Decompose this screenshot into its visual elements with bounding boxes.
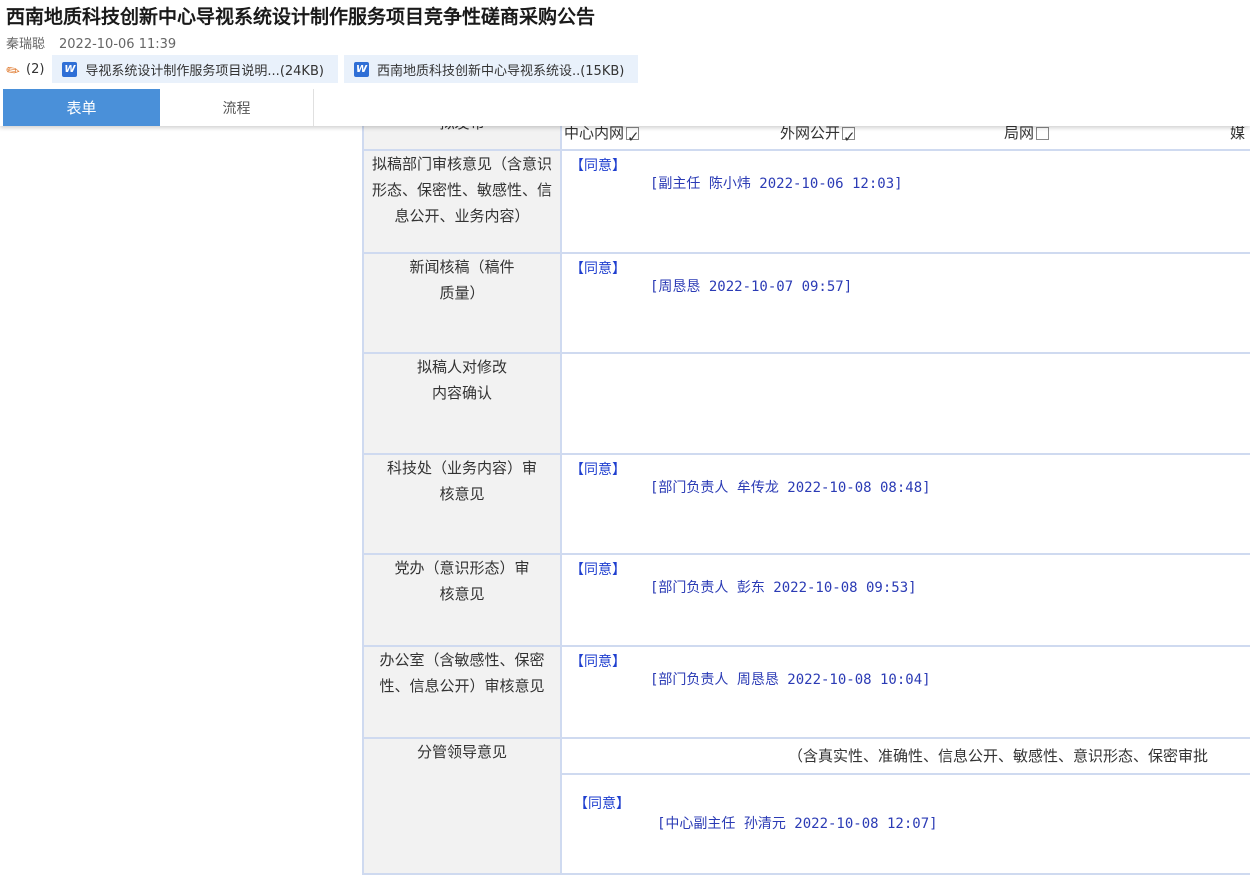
opinion-row: 办公室（含敏感性、保密性、信息公开）审核意见 【同意】 [部门负责人 周恳恳 2…	[362, 645, 1250, 739]
opinion-text: 【同意】	[570, 261, 626, 277]
view-tabs: 表单 流程	[3, 89, 314, 126]
word-icon: W	[353, 61, 369, 77]
row-label: 分管领导意见	[362, 737, 562, 875]
opinion-row: 拟稿部门审核意见（含意识形态、保密性、敏感性、信息公开、业务内容） 【同意】 […	[362, 149, 1250, 254]
signature: [副主任 陈小炜 2022-10-06 12:03]	[650, 176, 903, 192]
attachment-file-2[interactable]: W 西南地质科技创新中心导视系统设..(15KB)	[343, 55, 639, 83]
opinion-text: 【同意】	[570, 462, 626, 478]
opinion-row: 拟稿人对修改内容确认	[362, 352, 1250, 455]
signature: [部门负责人 彭东 2022-10-08 09:53]	[650, 580, 917, 596]
signature: [部门负责人 周恳恳 2022-10-08 10:04]	[650, 672, 931, 688]
checkbox-intranet[interactable]: ✓	[626, 127, 640, 146]
signature: [周恳恳 2022-10-07 09:57]	[650, 279, 853, 295]
row-label: 科技处（业务内容）审核意见	[362, 453, 562, 555]
tab-form[interactable]: 表单	[3, 89, 160, 126]
document-datetime: 2022-10-06 11:39	[59, 37, 177, 52]
author-name: 秦瑞聪	[6, 37, 46, 52]
row-label: 拟稿部门审核意见（含意识形态、保密性、敏感性、信息公开、业务内容）	[362, 149, 562, 254]
review-scope-note: （含真实性、准确性、信息公开、敏感性、意识形态、保密审批	[788, 747, 1209, 765]
document-header: 西南地质科技创新中心导视系统设计制作服务项目竞争性磋商采购公告 秦瑞聪 2022-…	[0, 0, 1250, 126]
paperclip-icon: ✎	[2, 58, 25, 82]
tab-workflow[interactable]: 流程	[160, 89, 314, 126]
checkbox-public[interactable]: ✓	[842, 127, 856, 146]
attachment-bar: ✎ (2) W 导视系统设计制作服务项目说明...(24KB) W 西南地质科技…	[2, 54, 644, 84]
opinion-text: 【同意】	[574, 796, 630, 812]
document-meta: 秦瑞聪 2022-10-06 11:39	[6, 33, 176, 52]
attachment-file-name: 西南地质科技创新中心导视系统设..(15KB)	[376, 63, 625, 79]
approval-table: 拟发布 中心内网✓ 外网公开✓ 局网 媒 拟稿部门审核意见（含意识形态、保密性、…	[362, 96, 1250, 875]
opinion-text: 【同意】	[570, 654, 626, 670]
opinion-text: 【同意】	[570, 158, 626, 174]
attachment-file-1[interactable]: W 导视系统设计制作服务项目说明...(24KB)	[52, 55, 338, 83]
row-label: 办公室（含敏感性、保密性、信息公开）审核意见	[362, 645, 562, 739]
attachment-file-name: 导视系统设计制作服务项目说明...(24KB)	[85, 63, 324, 79]
opinion-text: 【同意】	[570, 562, 626, 578]
row-label: 党办（意识形态）审核意见	[362, 553, 562, 647]
opinion-row: 科技处（业务内容）审核意见 【同意】 [部门负责人 牟传龙 2022-10-08…	[362, 453, 1250, 555]
row-label: 拟稿人对修改内容确认	[362, 352, 562, 455]
opinion-row: 新闻核稿（稿件质量） 【同意】 [周恳恳 2022-10-07 09:57]	[362, 252, 1250, 354]
row-label: 新闻核稿（稿件质量）	[362, 252, 562, 354]
opinion-row: 党办（意识形态）审核意见 【同意】 [部门负责人 彭东 2022-10-08 0…	[362, 553, 1250, 647]
word-icon: W	[62, 61, 78, 77]
approval-form: 拟发布 中心内网✓ 外网公开✓ 局网 媒 拟稿部门审核意见（含意识形态、保密性、…	[362, 96, 1250, 875]
attachment-count: (2)	[26, 61, 45, 77]
signature: [部门负责人 牟传龙 2022-10-08 08:48]	[650, 480, 931, 496]
signature: [中心副主任 孙清元 2022-10-08 12:07]	[657, 816, 938, 832]
checkbox-bureau[interactable]	[1036, 127, 1050, 140]
page-title: 西南地质科技创新中心导视系统设计制作服务项目竞争性磋商采购公告	[6, 6, 596, 28]
leader-note-row: 分管领导意见 （含真实性、准确性、信息公开、敏感性、意识形态、保密审批	[362, 737, 1250, 875]
